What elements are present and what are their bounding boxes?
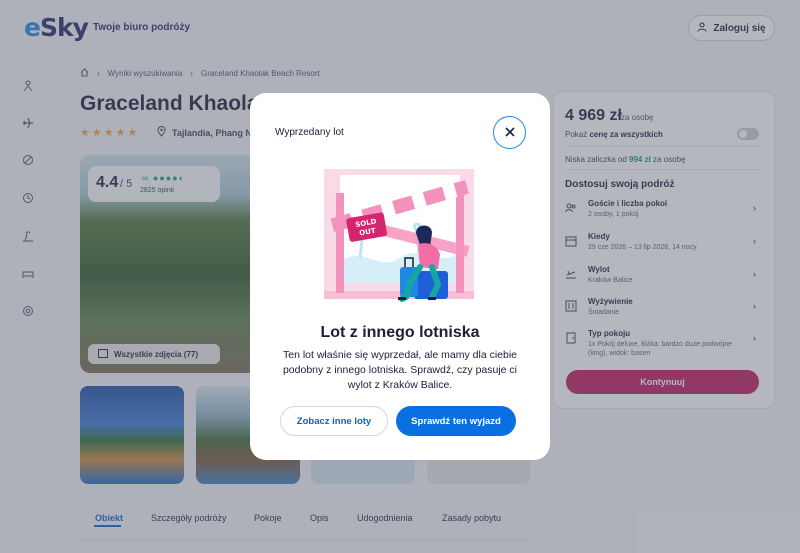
see-other-flights-button[interactable]: Zobacz inne loty [280,406,388,436]
sold-out-modal: Wyprzedany lot SOLD OUT Lot z innego lot… [250,93,550,460]
close-button[interactable] [493,116,526,149]
modal-heading: Lot z innego lotniska [320,324,480,341]
modal-title: Wyprzedany lot [275,127,344,138]
close-icon [504,124,515,142]
sold-out-illustration: SOLD OUT [320,163,480,308]
modal-body-text: Ten lot właśnie się wyprzedał, ale mamy … [282,349,518,391]
check-trip-button[interactable]: Sprawdź ten wyjazd [396,406,516,436]
